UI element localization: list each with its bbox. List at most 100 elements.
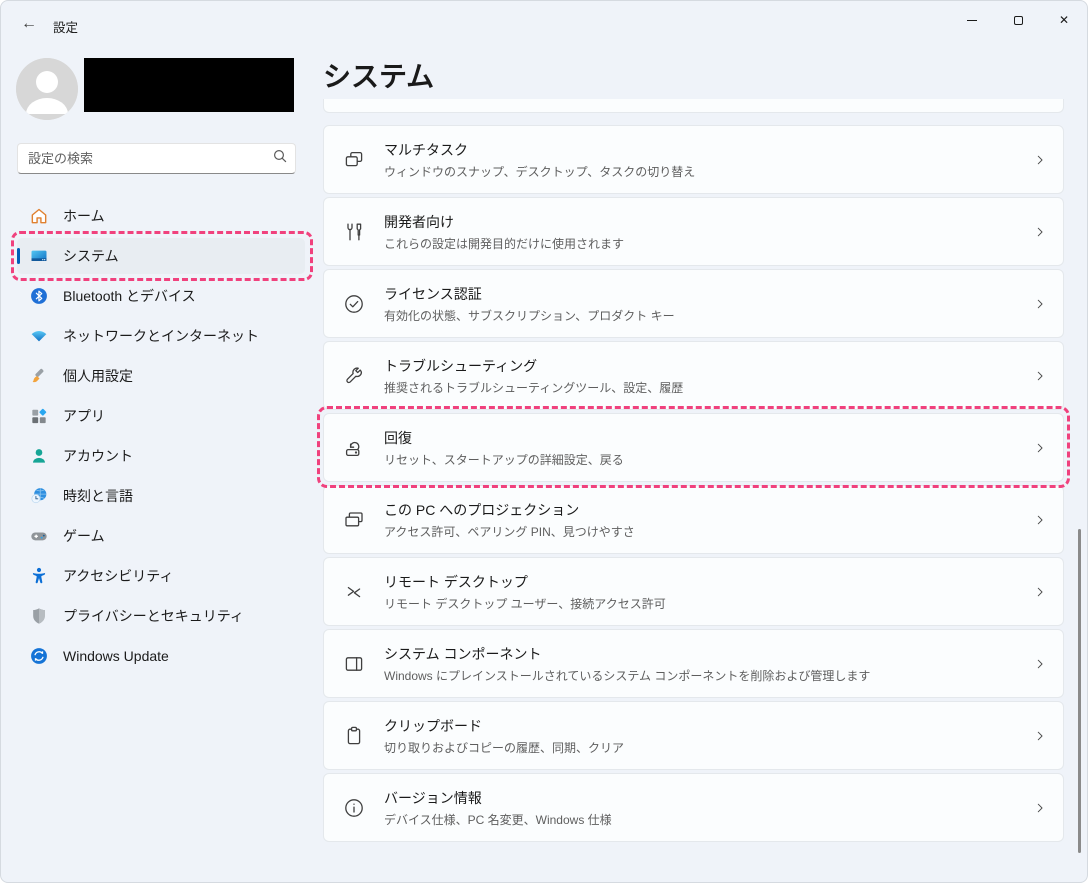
- sidebar-item-privacy[interactable]: プライバシーとセキュリティ: [17, 598, 305, 634]
- card-subtitle: アクセス許可、ペアリング PIN、見つけやすさ: [384, 524, 635, 539]
- settings-card-about[interactable]: バージョン情報 デバイス仕様、PC 名変更、Windows 仕様: [323, 773, 1064, 842]
- card-title: この PC へのプロジェクション: [384, 501, 580, 518]
- sidebar-item-time-language[interactable]: 時刻と言語: [17, 478, 305, 514]
- user-profile[interactable]: [16, 58, 306, 120]
- maximize-icon: [1013, 15, 1023, 25]
- sidebar-item-label: Bluetooth とデバイス: [63, 288, 196, 304]
- card-text: 回復 リセット、スタートアップの詳細設定、戻る: [384, 428, 624, 468]
- settings-card-troubleshoot[interactable]: トラブルシューティング 推奨されるトラブルシューティングツール、設定、履歴: [323, 341, 1064, 410]
- chevron-right-icon: [1033, 729, 1047, 743]
- minimize-button[interactable]: [949, 1, 995, 39]
- sidebar-item-label: Windows Update: [63, 648, 169, 664]
- sidebar-item-accounts[interactable]: アカウント: [17, 438, 305, 474]
- accounts-icon: [29, 446, 49, 466]
- chevron-right-icon: [1033, 657, 1047, 671]
- settings-card-developers[interactable]: 開発者向け これらの設定は開発目的だけに使用されます: [323, 197, 1064, 266]
- sidebar-item-label: プライバシーとセキュリティ: [63, 608, 244, 624]
- settings-card-remote-desktop[interactable]: リモート デスクトップ リモート デスクトップ ユーザー、接続アクセス許可: [323, 557, 1064, 626]
- sidebar-item-personalization[interactable]: 個人用設定: [17, 358, 305, 394]
- settings-card-projection[interactable]: この PC へのプロジェクション アクセス許可、ペアリング PIN、見つけやすさ: [323, 485, 1064, 554]
- card-text: トラブルシューティング 推奨されるトラブルシューティングツール、設定、履歴: [384, 356, 683, 396]
- sidebar-item-label: ネットワークとインターネット: [63, 328, 259, 344]
- home-icon: [29, 206, 49, 226]
- selected-indicator: [17, 248, 20, 264]
- chevron-right-icon: [1033, 153, 1047, 167]
- chevron-right-icon: [1033, 513, 1047, 527]
- chevron-right-icon: [1033, 369, 1047, 383]
- sidebar-item-home[interactable]: ホーム: [17, 198, 305, 234]
- settings-card-recovery[interactable]: 回復 リセット、スタートアップの詳細設定、戻る: [317, 406, 1070, 488]
- settings-window: ← 設定 ✕ ホーム システム Bluetoot: [0, 0, 1088, 883]
- card-text: この PC へのプロジェクション アクセス許可、ペアリング PIN、見つけやすさ: [384, 500, 635, 540]
- activation-icon: [341, 291, 367, 317]
- card-text: ライセンス認証 有効化の状態、サブスクリプション、プロダクト キー: [384, 284, 675, 324]
- card-subtitle: 切り取りおよびコピーの履歴、同期、クリア: [384, 740, 625, 755]
- back-button[interactable]: ←: [15, 11, 43, 37]
- sidebar-item-apps[interactable]: アプリ: [17, 398, 305, 434]
- app-title: 設定: [53, 21, 79, 35]
- sidebar-item-label: システム: [63, 248, 119, 264]
- about-icon: [341, 795, 367, 821]
- card-title: リモート デスクトップ: [384, 573, 528, 590]
- sidebar-item-accessibility[interactable]: アクセシビリティ: [17, 558, 305, 594]
- card-title: トラブルシューティング: [384, 357, 538, 374]
- gaming-icon: [29, 526, 49, 546]
- card-subtitle: これらの設定は開発目的だけに使用されます: [384, 236, 625, 251]
- settings-card-system-components[interactable]: システム コンポーネント Windows にプレインストールされているシステム …: [323, 629, 1064, 698]
- card-title: 回復: [384, 429, 412, 446]
- sidebar-item-label: 個人用設定: [63, 368, 133, 384]
- personalization-icon: [29, 366, 49, 386]
- system-components-icon: [341, 651, 367, 677]
- sidebar-item-network[interactable]: ネットワークとインターネット: [17, 318, 305, 354]
- window-controls: ✕: [949, 1, 1087, 39]
- card-title: ライセンス認証: [384, 285, 482, 302]
- card-title: クリップボード: [384, 717, 482, 734]
- chevron-right-icon: [1033, 441, 1047, 455]
- minimize-icon: [967, 19, 977, 21]
- scrollbar-thumb[interactable]: [1078, 529, 1081, 853]
- card-text: システム コンポーネント Windows にプレインストールされているシステム …: [384, 644, 870, 684]
- troubleshoot-icon: [341, 363, 367, 389]
- title-bar: ← 設定 ✕: [1, 1, 1087, 45]
- time-language-icon: [29, 486, 49, 506]
- settings-card-clipboard[interactable]: クリップボード 切り取りおよびコピーの履歴、同期、クリア: [323, 701, 1064, 770]
- settings-card-activation[interactable]: ライセンス認証 有効化の状態、サブスクリプション、プロダクト キー: [323, 269, 1064, 338]
- projection-icon: [341, 507, 367, 533]
- sidebar-item-label: 時刻と言語: [63, 488, 133, 504]
- sidebar-item-label: アプリ: [63, 408, 105, 424]
- close-icon: ✕: [1058, 13, 1070, 27]
- sidebar-item-windows-update[interactable]: Windows Update: [17, 638, 305, 674]
- sidebar-item-label: アカウント: [63, 448, 133, 464]
- maximize-button[interactable]: [995, 1, 1041, 39]
- close-button[interactable]: ✕: [1041, 1, 1087, 39]
- sidebar-item-label: ホーム: [63, 208, 105, 224]
- accessibility-icon: [29, 566, 49, 586]
- sidebar-item-system[interactable]: システム: [11, 231, 313, 281]
- network-icon: [29, 326, 49, 346]
- search-input[interactable]: [28, 151, 273, 166]
- apps-icon: [29, 406, 49, 426]
- card-title: マルチタスク: [384, 141, 468, 158]
- card-subtitle: リセット、スタートアップの詳細設定、戻る: [384, 452, 624, 467]
- card-title: システム コンポーネント: [384, 645, 542, 662]
- sidebar-item-bluetooth[interactable]: Bluetooth とデバイス: [17, 278, 305, 314]
- search-box[interactable]: [17, 143, 296, 174]
- card-subtitle: ウィンドウのスナップ、デスクトップ、タスクの切り替え: [384, 164, 696, 179]
- sidebar: ホーム システム Bluetooth とデバイス ネットワークとインターネット …: [1, 45, 321, 882]
- highlight-dashed-border: [11, 231, 313, 281]
- sidebar-item-gaming[interactable]: ゲーム: [17, 518, 305, 554]
- sidebar-nav: ホーム システム Bluetooth とデバイス ネットワークとインターネット …: [11, 198, 313, 678]
- privacy-icon: [29, 606, 49, 626]
- settings-card-multitasking[interactable]: マルチタスク ウィンドウのスナップ、デスクトップ、タスクの切り替え: [323, 125, 1064, 194]
- search-icon: [273, 149, 287, 168]
- card-text: マルチタスク ウィンドウのスナップ、デスクトップ、タスクの切り替え: [384, 140, 695, 180]
- card-subtitle: Windows にプレインストールされているシステム コンポーネントを削除および…: [384, 668, 871, 683]
- system-icon: [29, 246, 49, 266]
- partial-card-top[interactable]: [323, 99, 1064, 113]
- card-title: 開発者向け: [384, 213, 454, 230]
- recovery-icon: [341, 435, 367, 461]
- windows-update-icon: [29, 646, 49, 666]
- card-text: 開発者向け これらの設定は開発目的だけに使用されます: [384, 212, 624, 252]
- developers-icon: [341, 219, 367, 245]
- card-title: バージョン情報: [384, 789, 482, 806]
